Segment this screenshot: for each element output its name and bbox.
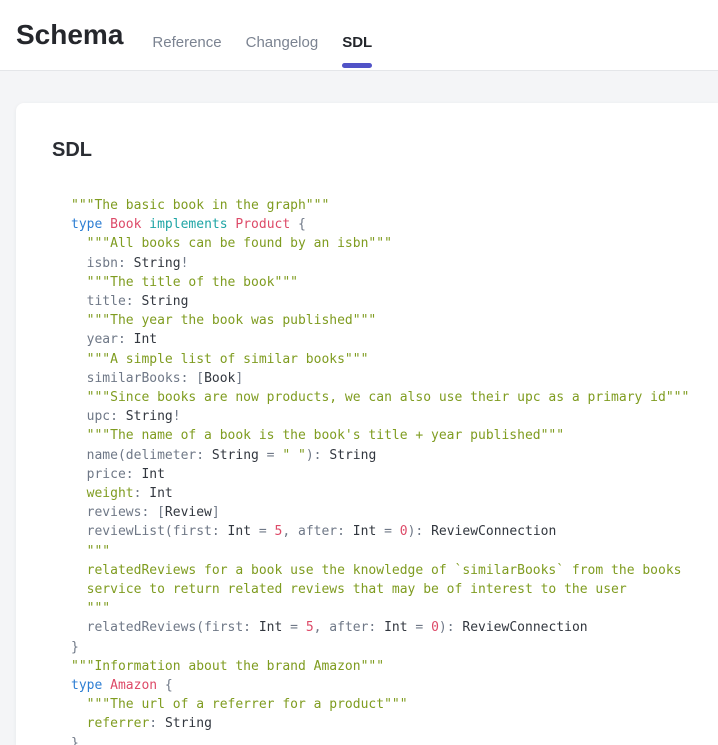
code-line: """The year the book was published""" (71, 311, 718, 330)
tab-sdl[interactable]: SDL (330, 0, 384, 70)
code-line: reviews: [Review] (71, 503, 718, 522)
code-line: """Information about the brand Amazon""" (71, 657, 718, 676)
code-line: """A simple list of similar books""" (71, 350, 718, 369)
code-line: } (71, 638, 718, 657)
tab-reference[interactable]: Reference (140, 0, 233, 70)
page-title: Schema (16, 19, 123, 51)
code-line: """ (71, 599, 718, 618)
code-line: service to return related reviews that m… (71, 580, 718, 599)
code-line: """The name of a book is the book's titl… (71, 426, 718, 445)
page-body: SDL """The basic book in the graph"""typ… (0, 71, 718, 745)
sdl-heading: SDL (52, 139, 718, 162)
code-line: referrer: String (71, 714, 718, 733)
code-line: """All books can be found by an isbn""" (71, 234, 718, 253)
code-line: """ (71, 542, 718, 561)
code-line: weight: Int (71, 484, 718, 503)
code-line: title: String (71, 292, 718, 311)
code-line: relatedReviews(first: Int = 5, after: In… (71, 618, 718, 637)
code-line: """The title of the book""" (71, 273, 718, 292)
schema-header: Schema Reference Changelog SDL (0, 0, 718, 71)
code-line: name(delimeter: String = " "): String (71, 446, 718, 465)
sdl-code: """The basic book in the graph"""type Bo… (71, 196, 718, 745)
code-line: isbn: String! (71, 254, 718, 273)
sdl-card: SDL """The basic book in the graph"""typ… (16, 103, 718, 745)
code-line: year: Int (71, 330, 718, 349)
tab-sdl-label: SDL (342, 34, 372, 51)
code-line: """The basic book in the graph""" (71, 196, 718, 215)
code-line: """The url of a referrer for a product""… (71, 695, 718, 714)
code-line: type Book implements Product { (71, 215, 718, 234)
tab-changelog-label: Changelog (246, 34, 319, 51)
active-tab-indicator (342, 63, 372, 68)
tab-reference-label: Reference (152, 34, 221, 51)
code-line: reviewList(first: Int = 5, after: Int = … (71, 522, 718, 541)
code-line: upc: String! (71, 407, 718, 426)
code-line: type Amazon { (71, 676, 718, 695)
code-line: price: Int (71, 465, 718, 484)
tab-changelog[interactable]: Changelog (234, 0, 331, 70)
code-line: } (71, 734, 718, 745)
tab-bar: Reference Changelog SDL (140, 0, 384, 70)
code-line: similarBooks: [Book] (71, 369, 718, 388)
code-line: """Since books are now products, we can … (71, 388, 718, 407)
code-line: relatedReviews for a book use the knowle… (71, 561, 718, 580)
